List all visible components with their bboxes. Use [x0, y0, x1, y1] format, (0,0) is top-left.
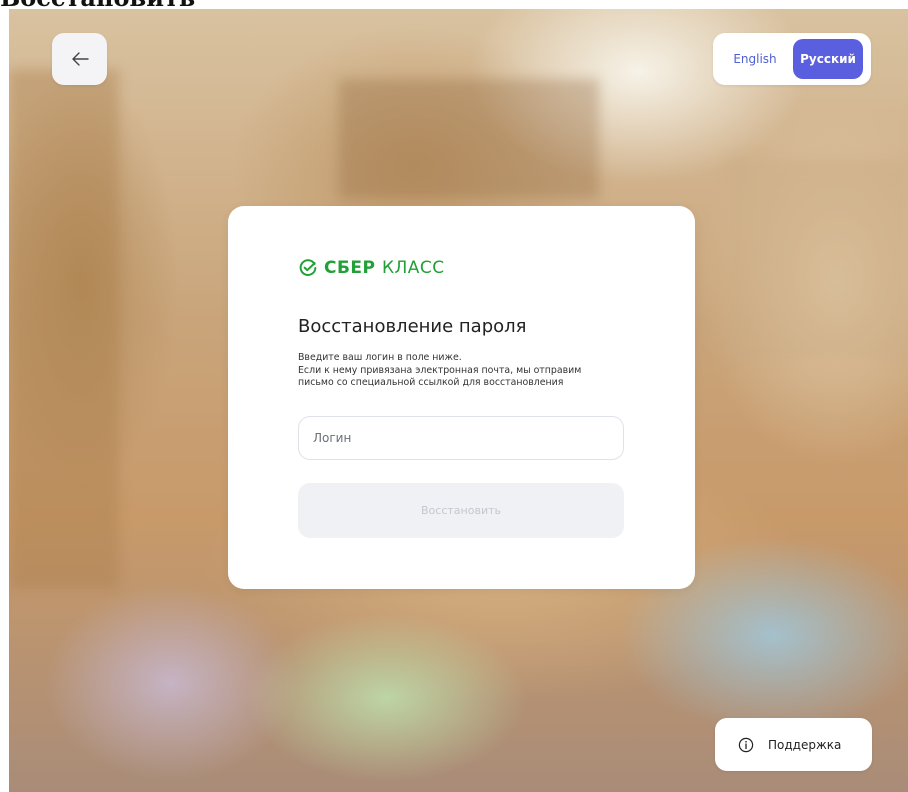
info-icon — [738, 737, 754, 752]
arrow-left-icon — [71, 52, 89, 66]
support-button[interactable]: Поддержка — [715, 718, 872, 771]
back-button[interactable] — [52, 33, 107, 85]
login-input[interactable] — [298, 416, 624, 460]
description-line: Введите ваш логин в поле ниже. — [298, 352, 462, 363]
description-line: Если к нему привязана электронная почта,… — [298, 364, 582, 376]
language-english-button[interactable]: English — [719, 39, 791, 79]
logo-product: КЛАСС — [381, 258, 445, 278]
description-line: письмо со специальной ссылкой для восста… — [298, 377, 564, 389]
password-recovery-card: СБЕР КЛАСС Восстановление пароля Введите… — [228, 206, 695, 589]
support-label: Поддержка — [768, 737, 842, 752]
logo-brand: СБЕР — [324, 258, 376, 278]
language-switch: English Русский — [713, 33, 871, 85]
sber-klass-logo: СБЕР КЛАСС — [299, 258, 445, 278]
sber-check-icon — [299, 259, 317, 276]
restore-button[interactable]: Восстановить — [298, 483, 624, 538]
page-title: Восстановление пароля — [298, 316, 527, 337]
language-russian-button[interactable]: Русский — [793, 39, 863, 79]
description: Введите ваш логин в поле ниже. Если к не… — [298, 352, 638, 390]
logo-text: СБЕР КЛАСС — [324, 258, 445, 278]
page: Восстановить English Русский СБЕР КЛАСС … — [0, 0, 908, 792]
